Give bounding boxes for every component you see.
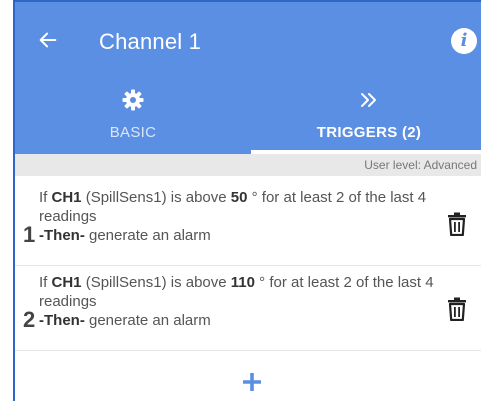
tab-basic-label: BASIC — [109, 124, 157, 141]
trigger-channel: CH1 — [51, 189, 82, 206]
trash-icon[interactable] — [447, 212, 467, 236]
app-screen: Channel 1 i BASIC TRIGGERS (2) User leve… — [13, 0, 481, 401]
trigger-threshold: 50 — [230, 189, 248, 206]
page-title: Channel 1 — [99, 29, 202, 54]
trigger-description: If CH1 (SpillSens1) is above 50 ° for at… — [39, 189, 427, 244]
user-level-text: User level: Advanced — [364, 158, 477, 172]
user-level-bar: User level: Advanced — [15, 154, 481, 176]
trash-icon[interactable] — [447, 297, 467, 321]
tab-basic[interactable]: BASIC — [15, 84, 251, 154]
trigger-action: generate an alarm — [84, 312, 211, 329]
arrow-left-icon[interactable] — [37, 29, 59, 51]
trigger-then-label: -Then- — [39, 227, 85, 244]
trigger-item-1[interactable]: 1 If CH1 (SpillSens1) is above 50 ° for … — [15, 180, 481, 266]
trigger-item-2[interactable]: 2 If CH1 (SpillSens1) is above 110 ° for… — [15, 265, 481, 351]
tab-triggers[interactable]: TRIGGERS (2) — [251, 84, 481, 154]
trigger-threshold: 110 — [230, 274, 255, 291]
double-chevron-right-icon — [361, 93, 376, 107]
gear-icon — [122, 89, 144, 111]
tab-triggers-label: TRIGGERS (2) — [316, 124, 422, 141]
trigger-then-label: -Then- — [39, 312, 85, 329]
info-icon[interactable]: i — [451, 28, 477, 54]
plus-icon[interactable] — [240, 370, 264, 394]
app-bar: Channel 1 i BASIC TRIGGERS (2) — [15, 2, 481, 154]
trigger-description: If CH1 (SpillSens1) is above 110 ° for a… — [39, 274, 434, 329]
trigger-number: 2 — [23, 307, 36, 332]
trigger-channel: CH1 — [51, 274, 82, 291]
trigger-action: generate an alarm — [84, 227, 211, 244]
trigger-number: 1 — [23, 222, 36, 247]
